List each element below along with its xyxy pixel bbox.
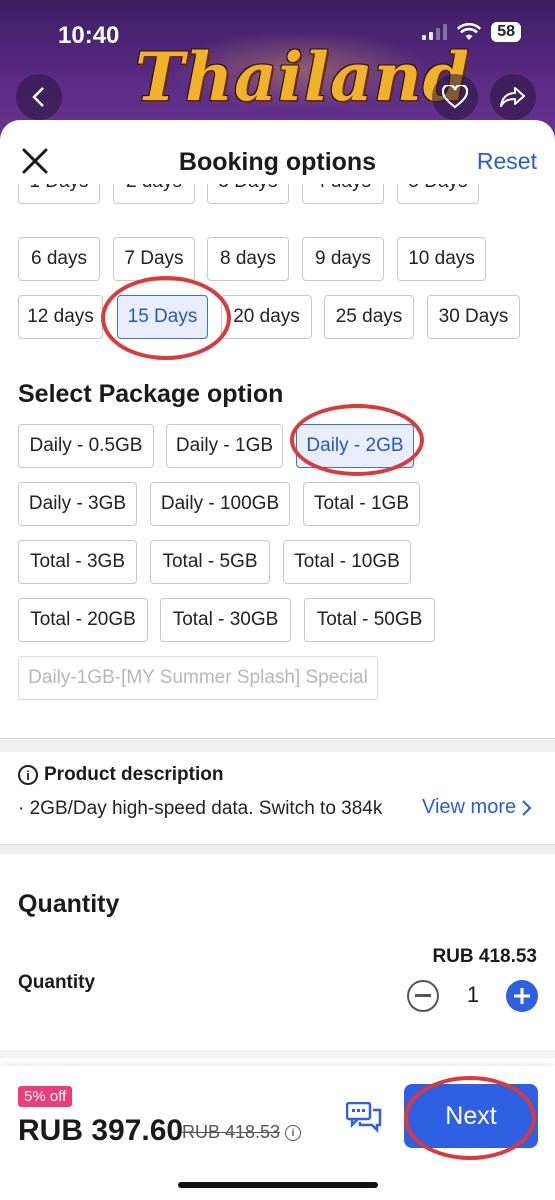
days-row-partial: 1 Days 2 days 3 Days 4 days 5 Days xyxy=(0,184,555,226)
package-chip[interactable]: Total - 1GB xyxy=(303,482,420,526)
product-description-header: i Product description xyxy=(18,764,223,786)
day-chip[interactable]: 7 Days xyxy=(113,237,195,281)
package-chip[interactable]: Daily - 0.5GB xyxy=(18,424,154,468)
product-description-text: · 2GB/Day high-speed data. Switch to 384… xyxy=(18,798,383,819)
share-icon xyxy=(500,87,525,107)
heart-icon xyxy=(442,85,468,109)
day-chip[interactable]: 4 days xyxy=(302,184,384,204)
battery-indicator: 58 xyxy=(491,22,521,42)
package-chip[interactable]: Total - 3GB xyxy=(18,540,137,584)
day-chip[interactable]: 25 days xyxy=(324,295,414,339)
view-more-label: View more xyxy=(422,796,517,818)
original-price: RUB 418.53 xyxy=(182,1122,281,1142)
package-chip[interactable]: Total - 50GB xyxy=(304,598,435,642)
share-button[interactable] xyxy=(490,74,536,120)
favorite-button[interactable] xyxy=(432,74,478,120)
day-chip[interactable]: 10 days xyxy=(397,237,486,281)
info-icon: i xyxy=(18,765,38,785)
wifi-icon xyxy=(457,23,482,40)
package-chip[interactable]: Total - 5GB xyxy=(150,540,270,584)
package-chip[interactable]: Daily - 1GB xyxy=(166,424,283,468)
next-button[interactable]: Next xyxy=(404,1084,538,1148)
day-chip[interactable]: 3 Days xyxy=(207,184,289,204)
package-chip-selected[interactable]: Daily - 2GB xyxy=(296,424,414,468)
day-chip[interactable]: 20 days xyxy=(221,295,312,339)
package-chip[interactable]: Total - 20GB xyxy=(18,598,148,642)
chat-icon[interactable] xyxy=(346,1102,382,1134)
price-info-icon[interactable]: i xyxy=(285,1125,301,1141)
package-chip-disabled: Daily-1GB-[MY Summer Splash] Special xyxy=(18,656,378,700)
plus-icon xyxy=(514,988,530,1004)
day-chip[interactable]: 9 days xyxy=(302,237,384,281)
discount-badge: 5% off xyxy=(18,1086,73,1107)
increase-quantity-button[interactable] xyxy=(506,980,538,1012)
home-indicator xyxy=(178,1182,378,1188)
checkout-bar: 5% off RUB 397.60 RUB 418.53 i Next xyxy=(0,1066,555,1200)
section-divider xyxy=(0,844,555,854)
banner-title: Thailand xyxy=(135,38,470,116)
chevron-right-icon xyxy=(522,799,532,816)
quantity-section-title: Quantity xyxy=(18,890,120,918)
day-chip-selected[interactable]: 15 Days xyxy=(117,295,208,339)
decrease-quantity-button[interactable] xyxy=(407,980,439,1012)
package-chip[interactable]: Daily - 3GB xyxy=(18,482,137,526)
minus-icon xyxy=(415,994,431,997)
cellular-signal-icon xyxy=(422,24,448,40)
day-chip[interactable]: 1 Days xyxy=(18,184,100,204)
view-more-link[interactable]: View more xyxy=(422,796,532,819)
day-chip[interactable]: 8 days xyxy=(207,237,289,281)
day-chip[interactable]: 2 days xyxy=(113,184,195,204)
quantity-label: Quantity xyxy=(18,972,96,993)
final-price: RUB 397.60 xyxy=(18,1114,184,1147)
day-chip[interactable]: 30 Days xyxy=(427,295,520,339)
quantity-value: 1 xyxy=(466,982,480,1007)
section-divider xyxy=(0,738,555,752)
package-section-title: Select Package option xyxy=(18,380,284,408)
day-chip[interactable]: 6 days xyxy=(18,237,100,281)
product-description-title: Product description xyxy=(44,764,224,785)
section-divider xyxy=(0,1050,555,1058)
status-time: 10:40 xyxy=(58,22,120,49)
package-chip[interactable]: Daily - 100GB xyxy=(150,482,290,526)
day-chip[interactable]: 5 Days xyxy=(397,184,479,204)
reset-button[interactable]: Reset xyxy=(477,148,537,175)
sheet-title: Booking options xyxy=(178,148,377,176)
status-icons: 58 xyxy=(422,22,521,42)
package-chip[interactable]: Total - 10GB xyxy=(283,540,411,584)
unit-price: RUB 418.53 xyxy=(432,946,537,967)
chevron-left-icon xyxy=(32,87,44,107)
package-chip[interactable]: Total - 30GB xyxy=(160,598,291,642)
day-chip[interactable]: 12 days xyxy=(18,295,103,339)
booking-options-sheet: Booking options Reset 1 Days 2 days 3 Da… xyxy=(0,120,555,1200)
back-button[interactable] xyxy=(16,74,62,120)
